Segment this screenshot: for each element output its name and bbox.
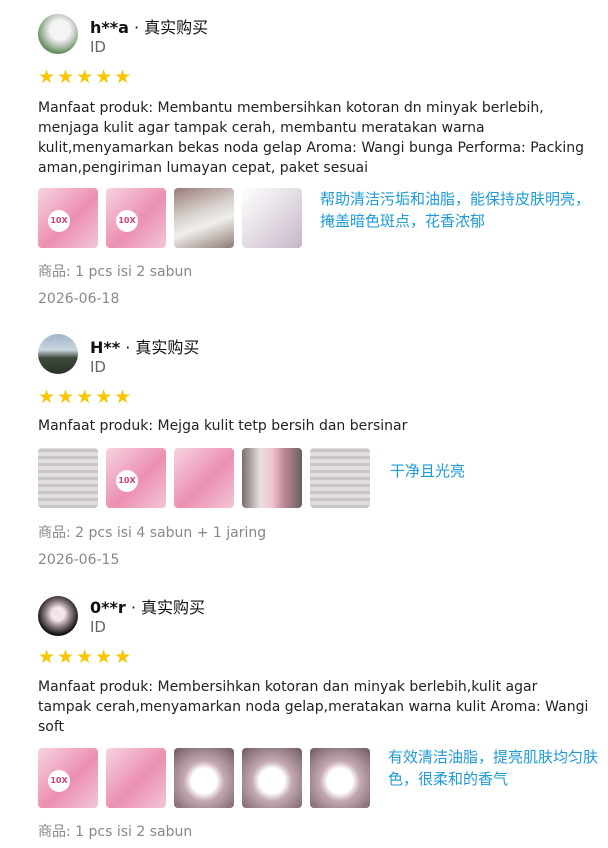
review-image[interactable]: 10X bbox=[38, 748, 98, 808]
review-image[interactable] bbox=[174, 188, 234, 248]
star-rating: ★★★★★ bbox=[38, 386, 134, 408]
region-label: ID bbox=[90, 38, 106, 56]
review-text: Manfaat produk: Membantu membersihkan ko… bbox=[38, 100, 585, 176]
review-image[interactable] bbox=[310, 448, 370, 508]
review-image[interactable] bbox=[174, 448, 234, 508]
translated-text: 帮助清洁污垢和油脂，能保持皮肤明亮，掩盖暗色斑点，花香浓郁 bbox=[320, 190, 591, 230]
username: H** · 真实购买 bbox=[90, 338, 200, 357]
review-date: 2026-06-18 bbox=[38, 291, 120, 307]
region-label: ID bbox=[90, 358, 106, 376]
product-variant: 商品: 2 pcs isi 4 sabun + 1 jaring bbox=[38, 525, 267, 541]
badge-mark: 10X bbox=[116, 470, 138, 492]
username: 0**r · 真实购买 bbox=[90, 598, 206, 617]
product-variant: 商品: 1 pcs isi 2 sabun bbox=[38, 824, 193, 840]
review-image[interactable]: 10X bbox=[106, 448, 166, 508]
review-image[interactable] bbox=[174, 748, 234, 808]
review-image[interactable] bbox=[38, 448, 98, 508]
review-image[interactable] bbox=[106, 748, 166, 808]
review-image[interactable] bbox=[242, 448, 302, 508]
review-image[interactable] bbox=[242, 188, 302, 248]
review-image[interactable]: 10X bbox=[106, 188, 166, 248]
avatar[interactable] bbox=[38, 596, 78, 636]
username: h**a · 真实购买 bbox=[90, 18, 209, 37]
review-card: 0**r · 真实购买 ID ★★★★★ Manfaat produk: Mem… bbox=[0, 580, 608, 848]
star-rating: ★★★★★ bbox=[38, 66, 134, 88]
badge-mark: 10X bbox=[48, 210, 70, 232]
avatar[interactable] bbox=[38, 14, 78, 54]
review-text: Manfaat produk: Mejga kulit tetp bersih … bbox=[38, 418, 408, 434]
review-card: H** · 真实购买 ID ★★★★★ Manfaat produk: Mejg… bbox=[0, 320, 608, 580]
badge-mark: 10X bbox=[48, 770, 70, 792]
star-rating: ★★★★★ bbox=[38, 646, 134, 668]
review-image[interactable] bbox=[242, 748, 302, 808]
review-date: 2026-06-15 bbox=[38, 552, 120, 568]
review-image[interactable]: 10X bbox=[38, 188, 98, 248]
review-text: Manfaat produk: Membersihkan kotoran dan… bbox=[38, 679, 589, 735]
translated-text: 有效清洁油脂，提亮肌肤均匀肤色，很柔和的香气 bbox=[388, 748, 599, 788]
review-card: h**a · 真实购买 ID ★★★★★ Manfaat produk: Mem… bbox=[0, 0, 608, 320]
avatar[interactable] bbox=[38, 334, 78, 374]
product-variant: 商品: 1 pcs isi 2 sabun bbox=[38, 264, 193, 280]
review-image[interactable] bbox=[310, 748, 370, 808]
translated-text: 干净且光亮 bbox=[390, 462, 466, 480]
badge-mark: 10X bbox=[116, 210, 138, 232]
region-label: ID bbox=[90, 618, 106, 636]
